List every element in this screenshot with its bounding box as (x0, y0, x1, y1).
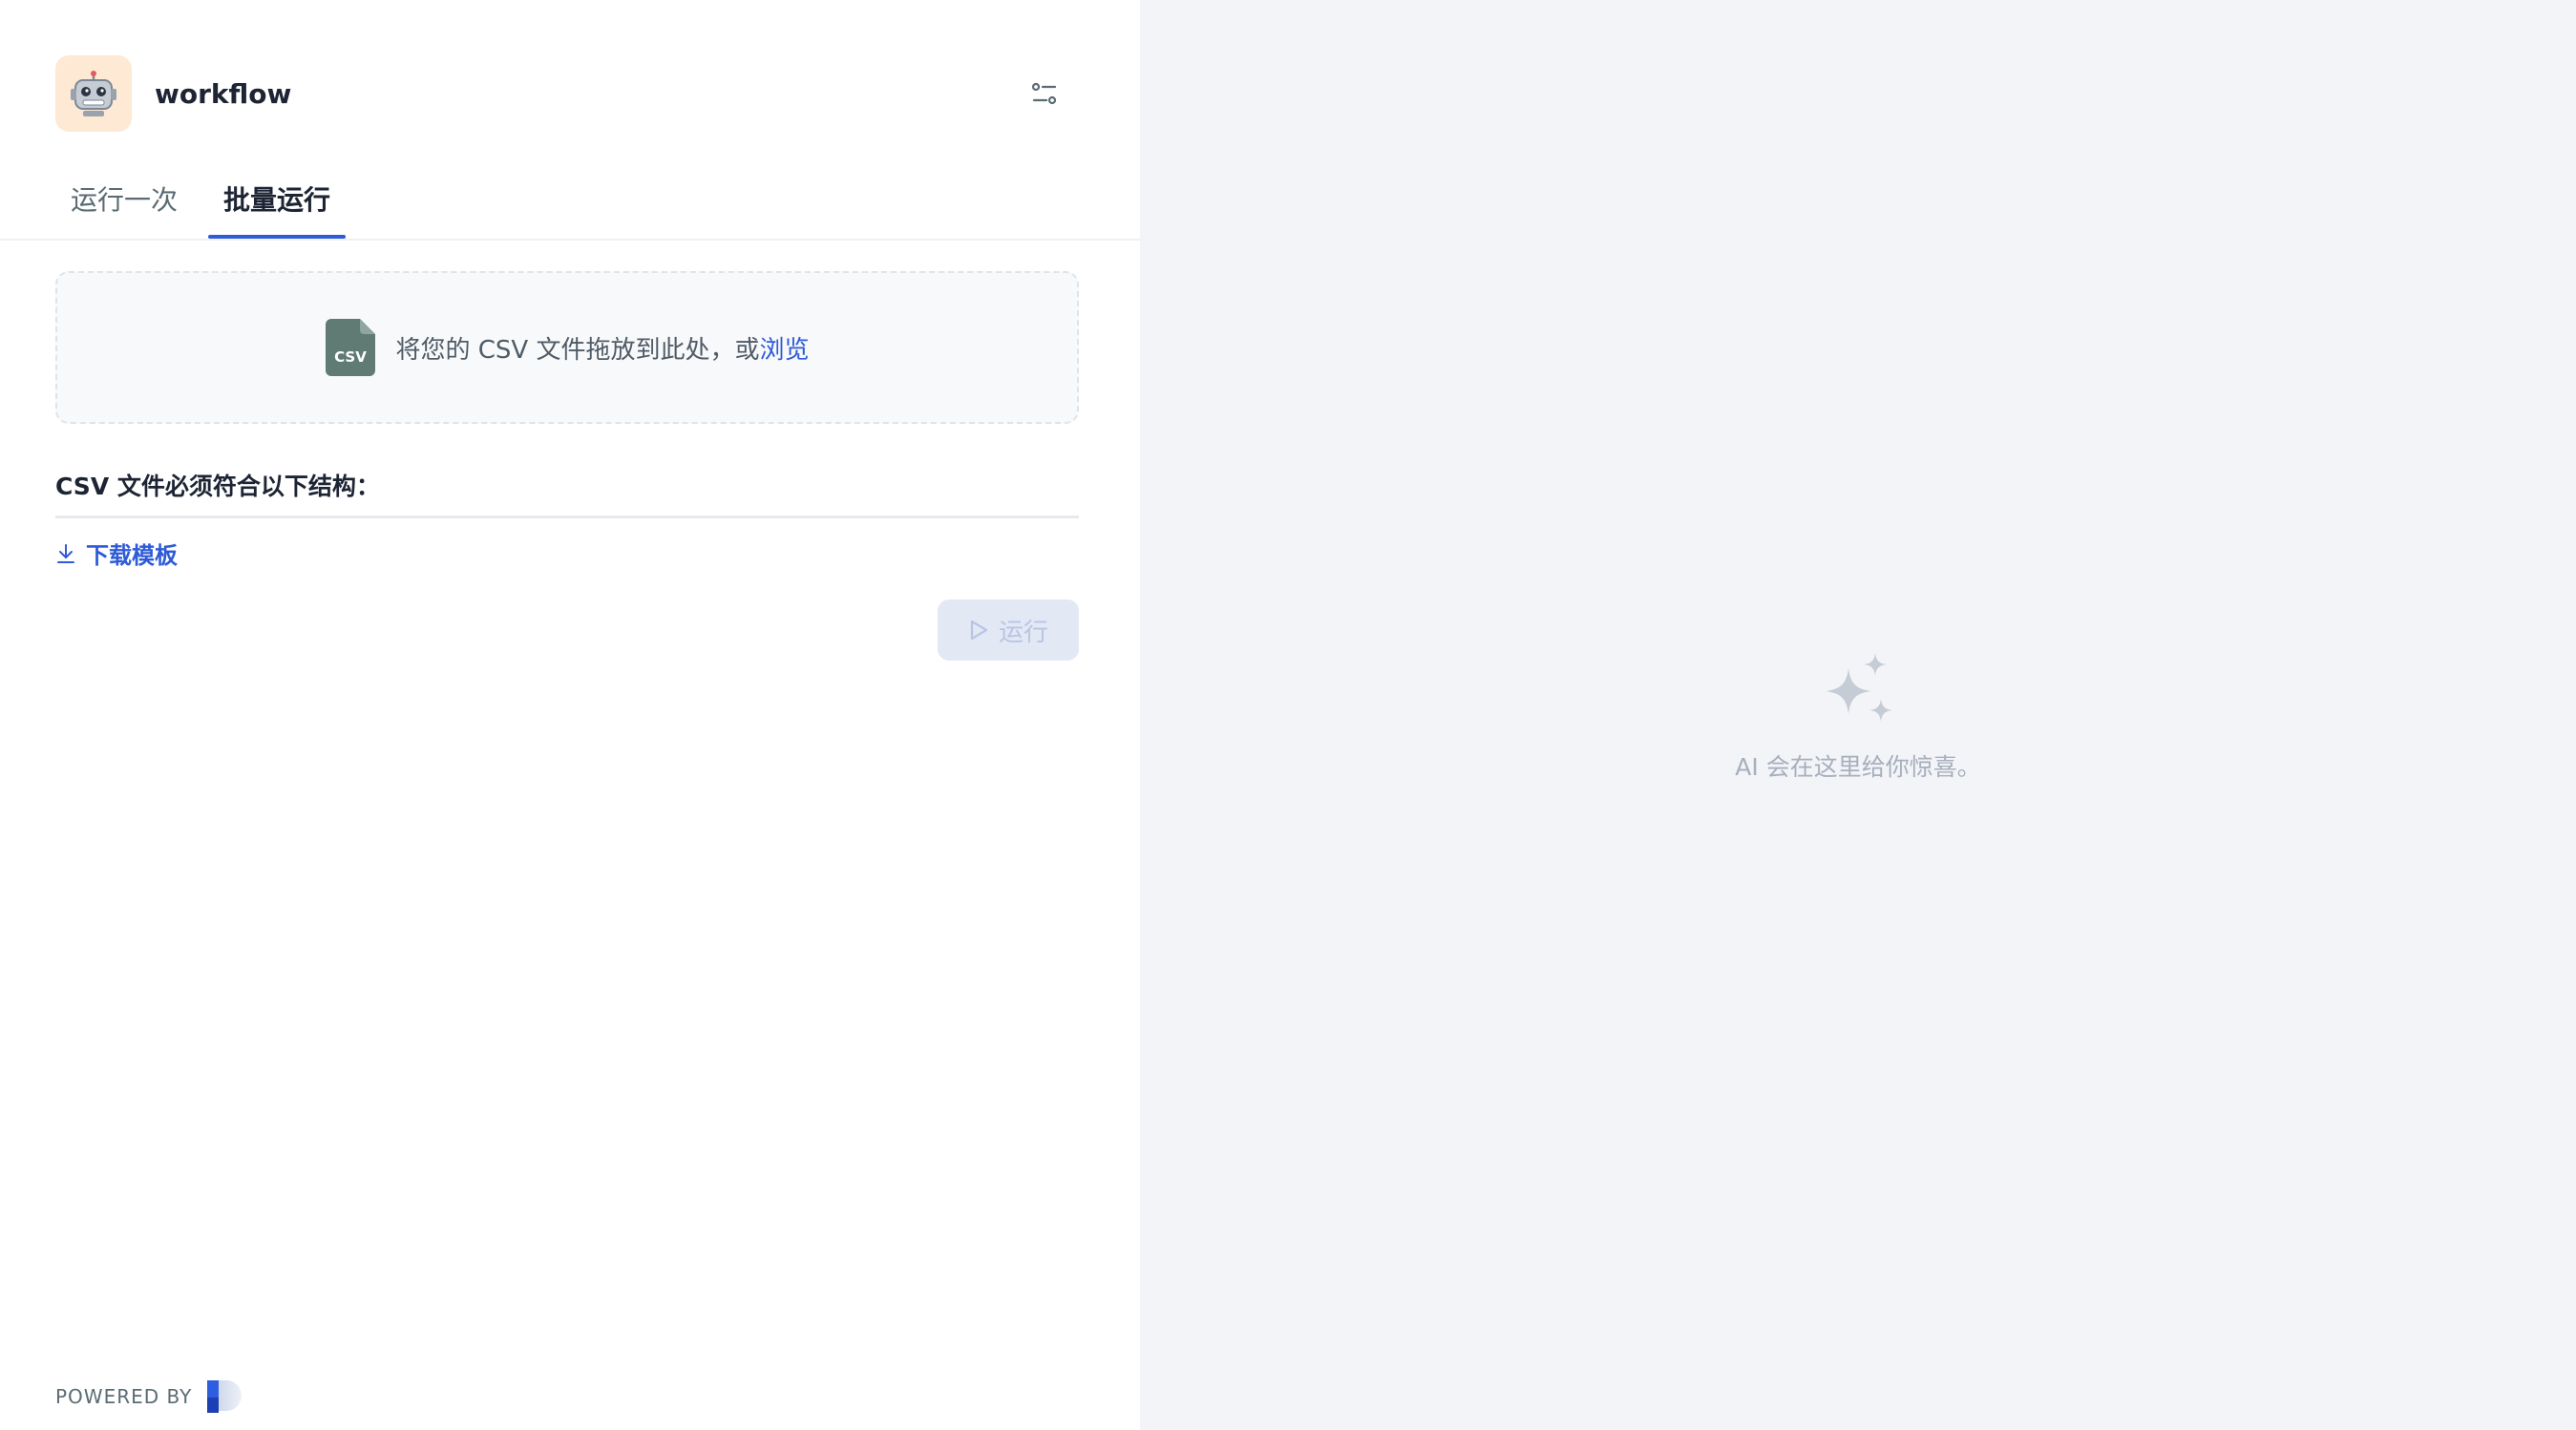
app-root: workflow 运行一次 批量运行 CSV 将您的 CSV 文件拖放到此处，或… (0, 0, 2576, 1430)
structure-table-placeholder (55, 515, 1079, 518)
powered-by-footer: POWERED BY (55, 1378, 243, 1415)
csv-structure-title: CSV 文件必须符合以下结构： (55, 473, 380, 500)
sparkles-icon (1826, 653, 1892, 722)
brand-logo-icon (207, 1380, 243, 1413)
download-icon (57, 543, 74, 563)
svg-text:CSV: CSV (334, 348, 367, 366)
sliders-icon (1031, 82, 1057, 105)
output-panel: AI 会在这里给你惊喜。 (1140, 0, 2576, 1430)
browse-link[interactable]: 浏览 (759, 330, 809, 366)
empty-state-message: AI 会在这里给你惊喜。 (1735, 753, 1981, 781)
app-title: workflow (155, 77, 292, 110)
download-template-label: 下载模板 (86, 542, 178, 569)
download-template-link[interactable]: 下载模板 (55, 536, 178, 570)
app-header: workflow (55, 55, 1067, 132)
robot-icon (71, 71, 116, 116)
settings-button[interactable] (1022, 71, 1067, 116)
dropzone-content: CSV 将您的 CSV 文件拖放到此处，或 浏览 (325, 319, 810, 376)
run-button[interactable]: 运行 (938, 599, 1079, 661)
dropzone-prompt: 将您的 CSV 文件拖放到此处，或 (395, 335, 760, 365)
tab-run-once[interactable]: 运行一次 (55, 181, 193, 239)
csv-file-icon: CSV (325, 319, 375, 376)
run-button-label: 运行 (998, 618, 1048, 647)
empty-state: AI 会在这里给你惊喜。 (1140, 651, 2576, 783)
csv-dropzone[interactable]: CSV 将您的 CSV 文件拖放到此处，或 浏览 (55, 271, 1079, 424)
app-avatar (55, 55, 132, 132)
powered-by-text: POWERED BY (55, 1385, 193, 1408)
tab-bar: 运行一次 批量运行 (0, 172, 1140, 241)
input-panel: workflow 运行一次 批量运行 CSV 将您的 CSV 文件拖放到此处，或… (0, 0, 1140, 1430)
play-icon (970, 620, 988, 641)
tab-batch-run[interactable]: 批量运行 (208, 181, 347, 239)
